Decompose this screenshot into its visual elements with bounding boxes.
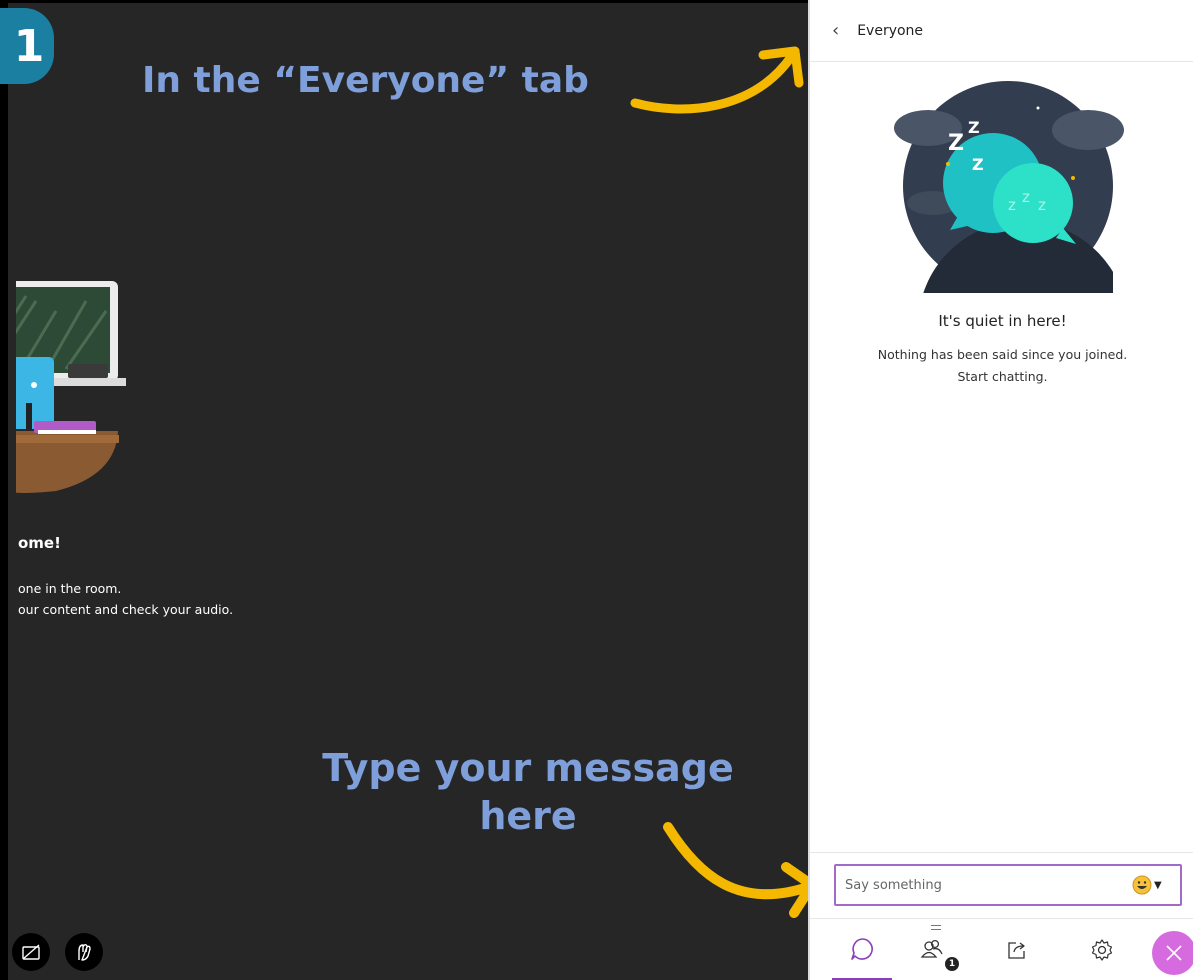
arrow-icon (630, 46, 804, 114)
main-stage: 1 In the “Everyone” tab ome! one in the … (0, 0, 817, 980)
callout-everyone-tab: In the “Everyone” tab (142, 60, 589, 101)
svg-text:z: z (1008, 196, 1016, 214)
svg-text:Z: Z (968, 118, 980, 137)
tab-settings[interactable] (1072, 919, 1132, 980)
svg-text:z: z (1038, 196, 1046, 214)
svg-text:Z: Z (972, 155, 984, 174)
attendee-count-badge: 1 (945, 957, 959, 971)
camera-off-icon (22, 944, 40, 960)
step-badge: 1 (0, 8, 54, 84)
attendees-icon (920, 939, 943, 958)
page-title: Everyone (857, 22, 924, 39)
arrow-icon (663, 822, 817, 918)
svg-text:Z: Z (948, 131, 964, 156)
panel-tab-bar: 1 (810, 918, 1193, 980)
message-composer: ▼ (810, 852, 1193, 918)
welcome-text-line: one in the room. (18, 581, 122, 596)
empty-state-text: Start chatting. (957, 369, 1048, 384)
settings-icon (1091, 939, 1113, 961)
chevron-left-icon[interactable]: ‹ (832, 20, 839, 41)
emoji-smile-icon (1132, 875, 1152, 895)
chevron-down-icon: ▼ (1154, 879, 1162, 891)
tab-share-content[interactable] (987, 919, 1047, 980)
share-content-icon (1008, 942, 1025, 959)
close-panel-button[interactable] (1152, 931, 1193, 975)
raise-hand-icon (78, 944, 91, 961)
close-icon (1166, 945, 1182, 961)
welcome-text-line: our content and check your audio. (18, 602, 234, 617)
emoji-picker-button[interactable]: ▼ (1132, 875, 1162, 895)
welcome-title: ome! (18, 534, 61, 552)
tab-chat[interactable] (832, 919, 892, 980)
empty-state-text: Nothing has been said since you joined. (877, 347, 1128, 362)
chat-bubble-icon (851, 937, 873, 960)
panel-header: ‹ Everyone (810, 0, 1193, 62)
chat-panel: ‹ Everyone Z Z Z z z z It's quiet in her… (808, 0, 1193, 980)
welcome-illustration (16, 281, 126, 493)
camera-toggle-button[interactable] (12, 933, 50, 971)
svg-text:z: z (1022, 188, 1030, 206)
sleeping-chat-illustration: Z Z Z z z z (894, 81, 1124, 293)
message-input[interactable] (834, 864, 1182, 906)
raise-hand-button[interactable] (65, 933, 103, 971)
empty-state-title: It's quiet in here! (938, 312, 1067, 330)
